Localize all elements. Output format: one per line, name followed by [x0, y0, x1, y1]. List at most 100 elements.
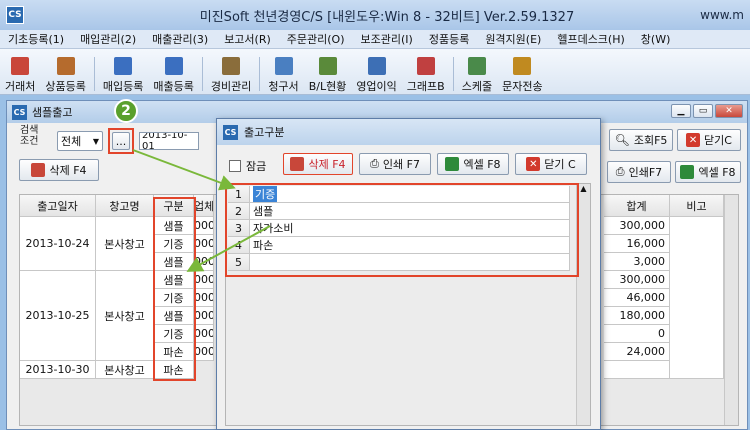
bl-status-icon — [318, 57, 337, 75]
close-icon[interactable]: ✕ — [715, 104, 743, 118]
printer-icon: ⎙ — [370, 157, 379, 170]
app-title-bar: CS 미진Soft 천년경영C/S [내윈도우:Win 8 - 32비트] Ve… — [0, 0, 750, 30]
delete-icon — [31, 163, 46, 177]
close-x-icon: ✕ — [526, 157, 541, 171]
bar-graph-icon — [416, 57, 435, 75]
group-warehouse[interactable]: 본사창고 — [96, 217, 154, 271]
col-header-date: 출고일자 — [20, 195, 96, 217]
toolbar: 거래처 상품등록 매입등록 매출등록 경비관리 청구서 B/L현황 영업이익 그… — [0, 49, 750, 95]
toolbar-graph-button[interactable]: 그래프B — [402, 50, 450, 94]
excel-button[interactable]: 엑셀 F8 — [675, 161, 741, 183]
minimize-icon[interactable]: ▁ — [671, 104, 691, 118]
toolbar-expense-button[interactable]: 경비관리 — [206, 50, 256, 94]
excel-icon — [445, 157, 460, 171]
search-condition-label: 검색 조건 — [20, 125, 39, 147]
chevron-down-icon: ▼ — [92, 136, 99, 146]
toolbar-purchase-button[interactable]: 매입등록 — [98, 50, 148, 94]
company-cell[interactable]: 000 — [194, 253, 214, 271]
dialog-close-button[interactable]: ✕ 닫기 C — [515, 153, 587, 175]
print-button[interactable]: ⎙ 인쇄F7 — [607, 161, 671, 183]
start-date-input[interactable]: 2013-10-01 — [139, 132, 199, 150]
dialog-delete-button[interactable]: 삭제 F4 — [283, 153, 353, 175]
company-cell[interactable]: 000 — [194, 271, 214, 289]
group-date[interactable]: 2013-10-24 — [20, 217, 96, 271]
total-cell[interactable]: 24,000 — [604, 343, 670, 361]
group-warehouse[interactable]: 본사창고 — [96, 361, 154, 379]
app-title: 미진Soft 천년경영C/S [내윈도우:Win 8 - 32비트] Ver.2… — [199, 9, 575, 25]
menu-item-report[interactable]: 보고서(R) — [216, 31, 279, 47]
app-title-right: www.m — [700, 8, 744, 22]
menu-item-window[interactable]: 창(W) — [633, 31, 679, 47]
company-cell[interactable]: 000 — [194, 307, 214, 325]
printer-icon: ⎙ — [615, 165, 625, 178]
toolbar-sms-button[interactable]: 문자전송 — [497, 50, 547, 94]
close-button[interactable]: ✕ 닫기C — [677, 129, 741, 151]
toolbar-schedule-button[interactable]: 스케줄 — [457, 50, 497, 94]
total-cell[interactable]: 180,000 — [604, 307, 670, 325]
menu-item-helpdesk[interactable]: 헬프데스크(H) — [549, 31, 632, 47]
dialog-print-button[interactable]: ⎙ 인쇄 F7 — [359, 153, 431, 175]
profit-icon — [367, 57, 386, 75]
release-type-dialog: CS 출고구분 잠금 삭제 F4 ⎙ 인쇄 F7 엑셀 F8 ✕ 닫기 C 1 기증… — [216, 118, 601, 430]
sms-icon — [513, 57, 532, 75]
menu-item-sales[interactable]: 매출관리(3) — [144, 31, 216, 47]
menu-item-basic[interactable]: 기초등록(1) — [0, 31, 72, 47]
total-cell[interactable]: 300,000 — [604, 271, 670, 289]
excel-icon — [680, 165, 695, 179]
product-box-icon — [56, 57, 75, 75]
dialog-title-bar: CS 출고구분 — [217, 119, 600, 145]
total-cell[interactable]: 16,000 — [604, 235, 670, 253]
toolbar-product-button[interactable]: 상품등록 — [40, 50, 90, 94]
list-highlight — [225, 183, 579, 277]
toolbar-bl-status-button[interactable]: B/L현황 — [304, 50, 352, 94]
close-x-icon: ✕ — [686, 133, 701, 147]
menu-item-order[interactable]: 주문관리(O) — [279, 31, 353, 47]
magnifier-icon: 🔍︎ — [614, 133, 630, 147]
toolbar-separator — [201, 57, 203, 91]
toolbar-profit-button[interactable]: 영업이익 — [351, 50, 401, 94]
child-logo-icon: CS — [12, 104, 27, 120]
menu-item-license[interactable]: 정품등록 — [421, 31, 477, 47]
company-cell[interactable]: 000 — [194, 217, 214, 235]
group-warehouse[interactable]: 본사창고 — [96, 271, 154, 361]
menu-item-remote[interactable]: 원격지원(E) — [477, 31, 549, 47]
dialog-excel-button[interactable]: 엑셀 F8 — [437, 153, 509, 175]
app-logo-icon: CS — [6, 6, 24, 24]
company-cell[interactable]: 000 — [194, 289, 214, 307]
invoice-icon — [274, 57, 293, 75]
toolbar-sales-button[interactable]: 매출등록 — [148, 50, 198, 94]
toolbar-separator — [93, 57, 95, 91]
menu-item-purchase[interactable]: 매입관리(2) — [72, 31, 144, 47]
type-column-highlight — [153, 197, 196, 381]
delete-button[interactable]: 삭제 F4 — [19, 159, 99, 181]
total-cell[interactable]: 3,000 — [604, 253, 670, 271]
col-header-note: 비고 — [670, 195, 724, 217]
note-cell[interactable] — [670, 217, 724, 379]
menu-item-aux[interactable]: 보조관리(I) — [353, 31, 421, 47]
expense-icon — [222, 57, 241, 75]
grid-scrollbar[interactable] — [724, 195, 738, 425]
ellipsis-button[interactable]: ... — [112, 132, 130, 150]
total-cell[interactable]: 46,000 — [604, 289, 670, 307]
company-cell[interactable]: 000 — [194, 343, 214, 361]
toolbar-separator — [259, 57, 261, 91]
sales-icon — [164, 57, 183, 75]
toolbar-customer-button[interactable]: 거래처 — [0, 50, 40, 94]
company-cell[interactable]: 000 — [194, 325, 214, 343]
group-date[interactable]: 2013-10-25 — [20, 271, 96, 361]
filter-select[interactable]: 전체 ▼ — [57, 131, 103, 151]
purchase-icon — [114, 57, 133, 75]
company-cell[interactable]: 000 — [194, 235, 214, 253]
toolbar-separator — [452, 57, 454, 91]
total-cell-empty[interactable] — [604, 361, 670, 379]
total-cell[interactable]: 300,000 — [604, 217, 670, 235]
group-date[interactable]: 2013-10-30 — [20, 361, 96, 379]
maximize-icon[interactable]: ▭ — [693, 104, 713, 118]
toolbar-invoice-button[interactable]: 청구서 — [263, 50, 303, 94]
step-badge: 2 — [114, 99, 138, 123]
dialog-title: 출고구분 — [244, 126, 285, 139]
col-header-company: 업체 — [194, 195, 214, 217]
total-cell[interactable]: 0 — [604, 325, 670, 343]
search-button[interactable]: 🔍︎ 조회F5 — [609, 129, 673, 151]
lock-checkbox[interactable]: 잠금 — [229, 158, 266, 174]
